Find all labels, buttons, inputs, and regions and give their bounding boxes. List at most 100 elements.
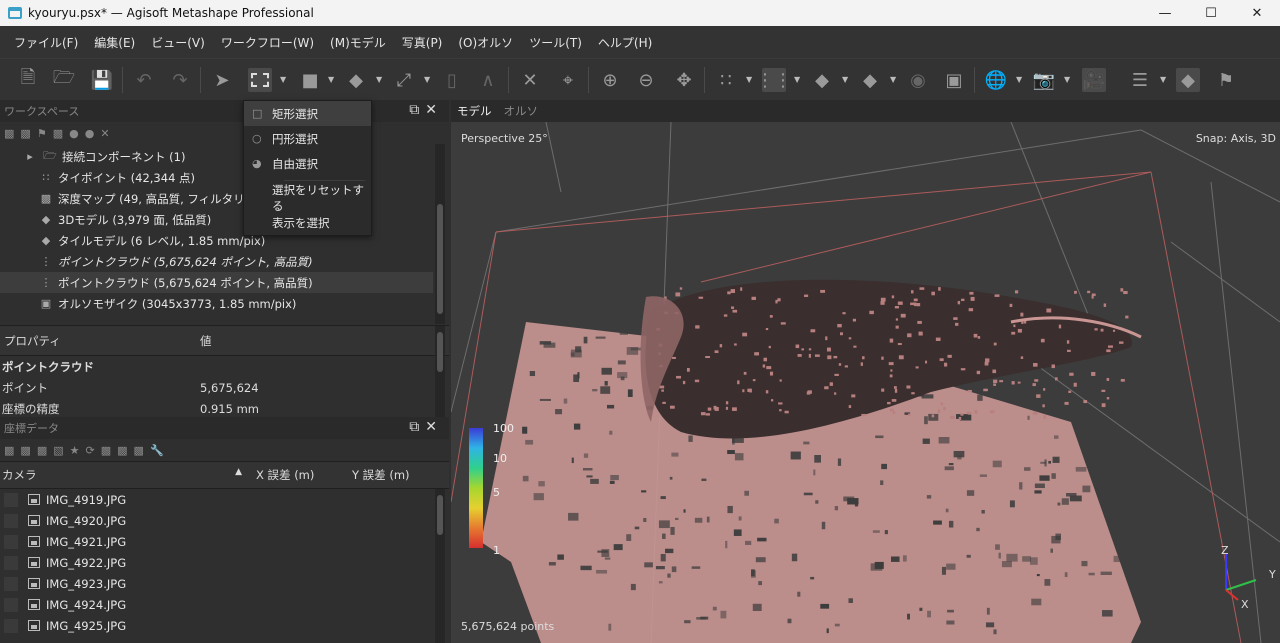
table-row[interactable]: IMG_4925.JPG xyxy=(0,615,449,636)
x-error-column-header[interactable]: X 誤差 (m) xyxy=(248,467,344,483)
export-icon[interactable]: ▩ xyxy=(20,444,30,457)
menu-photo[interactable]: 写真(P) xyxy=(394,34,451,51)
markers-flag-icon[interactable]: ⚑ xyxy=(1214,68,1238,92)
menu-help[interactable]: ヘルプ(H) xyxy=(590,34,660,51)
add-chunk-icon[interactable]: ▩ xyxy=(4,127,14,140)
workspace-window-controls[interactable]: ⧉✕ xyxy=(409,102,443,118)
zoom-out-icon[interactable]: ⊖ xyxy=(634,68,658,92)
menu-view[interactable]: ビュー(V) xyxy=(143,34,213,51)
shapes-icon[interactable]: ◆ xyxy=(1176,68,1200,92)
rectangle-selection-icon[interactable] xyxy=(248,68,272,92)
convert-icon[interactable]: ▩ xyxy=(37,444,47,457)
table-row[interactable]: IMG_4921.JPG xyxy=(0,531,449,552)
orthomosaic-view-icon[interactable]: ▣ xyxy=(942,68,966,92)
layers-dropdown-icon[interactable]: ▼ xyxy=(1160,75,1168,84)
open-folder-icon[interactable]: 🗁 xyxy=(52,67,76,92)
menu-item-select-visible[interactable]: 表示を選択 xyxy=(244,210,371,235)
camera-checkbox[interactable] xyxy=(4,534,18,549)
crop-icon[interactable]: ⌖ xyxy=(556,68,580,92)
shape-dropdown-icon[interactable]: ▼ xyxy=(376,75,384,84)
camera-checkbox[interactable] xyxy=(4,576,18,591)
enable-icon[interactable]: ● xyxy=(69,127,79,140)
camera-icon[interactable]: 📷 xyxy=(1032,68,1056,92)
move-dropdown-icon[interactable]: ▼ xyxy=(328,75,336,84)
import-icon[interactable]: ▩ xyxy=(4,444,14,457)
menu-tools[interactable]: ツール(T) xyxy=(521,34,590,51)
camera-checkbox[interactable] xyxy=(4,555,18,570)
reference-window-controls[interactable]: ⧉✕ xyxy=(409,419,443,435)
table-row[interactable]: IMG_4919.JPG xyxy=(0,489,449,510)
new-document-icon[interactable]: 🗎 xyxy=(16,67,40,92)
remove-icon[interactable]: ✕ xyxy=(100,127,109,140)
table-row[interactable]: IMG_4924.JPG xyxy=(0,594,449,615)
line-icon[interactable]: ∧ xyxy=(476,68,500,92)
ruler-dropdown-icon[interactable]: ▼ xyxy=(424,75,432,84)
move-object-icon[interactable]: ■ xyxy=(298,68,322,92)
view-errors-icon[interactable]: ▩ xyxy=(134,444,144,457)
tree-item-point-cloud-2[interactable]: ⋮ ポイントクラウド (5,675,624 ポイント, 高品質) xyxy=(0,272,433,293)
menu-edit[interactable]: 編集(E) xyxy=(86,34,143,51)
layers-menu-icon[interactable]: ☰ xyxy=(1128,68,1152,92)
reset-view-icon[interactable]: ✥ xyxy=(672,68,696,92)
view-estimated-icon[interactable]: ▩ xyxy=(117,444,127,457)
globe-icon[interactable]: 🌐 xyxy=(984,68,1008,92)
ruler-icon[interactable]: ⤢ xyxy=(392,68,416,92)
settings-wrench-icon[interactable]: 🔧 xyxy=(150,444,164,457)
camera-checkbox[interactable] xyxy=(4,597,18,612)
table-row[interactable]: IMG_4922.JPG xyxy=(0,552,449,573)
show-cameras-icon[interactable]: 🎥 xyxy=(1082,68,1106,92)
tiled-dropdown-icon[interactable]: ▼ xyxy=(890,75,898,84)
tree-item-orthomosaic[interactable]: ▣ オルソモザイク (3045x3773, 1.85 mm/pix) xyxy=(0,293,433,314)
minimize-button[interactable]: — xyxy=(1142,0,1188,26)
tree-item-point-cloud-1[interactable]: ⋮ ポイントクラウド (5,675,624 ポイント, 高品質) xyxy=(0,251,433,272)
view-source-icon[interactable]: ▩ xyxy=(101,444,111,457)
selection-dropdown-icon[interactable]: ▼ xyxy=(280,75,288,84)
y-error-column-header[interactable]: Y 誤差 (m) xyxy=(344,467,410,483)
table-row[interactable]: IMG_4923.JPG xyxy=(0,573,449,594)
expand-arrow-icon[interactable]: ▸ xyxy=(22,150,38,163)
menu-model[interactable]: (M)モデル xyxy=(322,34,394,51)
menu-item-rectangle-select[interactable]: □ 矩形選択 xyxy=(244,101,371,126)
tab-model[interactable]: モデル xyxy=(451,103,498,119)
reference-scrollbar[interactable] xyxy=(435,489,445,643)
model-view-icon[interactable]: ◆ xyxy=(810,68,834,92)
point-cloud-view-icon[interactable]: ⋮⋮ xyxy=(756,68,792,92)
menu-item-free-select[interactable]: ◕ 自由選択 xyxy=(244,151,371,176)
navigation-cursor-icon[interactable]: ➤ xyxy=(210,68,234,92)
add-photos-icon[interactable]: ▩ xyxy=(20,127,30,140)
menu-ortho[interactable]: (O)オルソ xyxy=(450,34,521,51)
star-icon[interactable]: ★ xyxy=(70,444,80,457)
table-row[interactable]: IMG_4920.JPG xyxy=(0,510,449,531)
value-column-header[interactable]: 値 xyxy=(200,333,212,349)
menu-item-circle-select[interactable]: ○ 円形選択 xyxy=(244,126,371,151)
model-dropdown-icon[interactable]: ▼ xyxy=(842,75,850,84)
calculator-icon[interactable]: ▧ xyxy=(53,444,63,457)
dem-icon[interactable]: ◉ xyxy=(906,68,930,92)
cameras-icon[interactable]: ∷ xyxy=(714,68,738,92)
menu-workflow[interactable]: ワークフロー(W) xyxy=(213,34,322,51)
save-icon[interactable]: 💾 xyxy=(90,68,114,92)
close-window-button[interactable]: ✕ xyxy=(1234,0,1280,26)
menu-file[interactable]: ファイル(F) xyxy=(6,34,86,51)
disable-icon[interactable]: ● xyxy=(85,127,95,140)
delete-icon[interactable]: ✕ xyxy=(518,68,542,92)
undo-icon[interactable]: ↶ xyxy=(132,68,156,92)
property-column-header[interactable]: プロパティ xyxy=(0,333,200,349)
properties-scrollbar[interactable] xyxy=(435,326,445,418)
globe-dropdown-icon[interactable]: ▼ xyxy=(1016,75,1024,84)
eraser-icon[interactable]: ▯ xyxy=(440,68,464,92)
redo-icon[interactable]: ↷ xyxy=(168,68,192,92)
refresh-icon[interactable]: ⟳ xyxy=(86,444,95,457)
point-cloud-dropdown-icon[interactable]: ▼ xyxy=(794,75,802,84)
shape-icon[interactable]: ◆ xyxy=(344,68,368,92)
camera-checkbox[interactable] xyxy=(4,513,18,528)
camera-dropdown-icon[interactable]: ▼ xyxy=(1064,75,1072,84)
workspace-scrollbar[interactable] xyxy=(435,144,445,324)
zoom-in-icon[interactable]: ⊕ xyxy=(598,68,622,92)
cameras-dropdown-icon[interactable]: ▼ xyxy=(746,75,754,84)
camera-checkbox[interactable] xyxy=(4,492,18,507)
maximize-button[interactable]: ☐ xyxy=(1188,0,1234,26)
menu-item-reset-selection[interactable]: 選択をリセットする xyxy=(244,183,371,213)
camera-column-header[interactable]: カメラ ▲ xyxy=(0,467,248,483)
tab-ortho[interactable]: オルソ xyxy=(498,103,545,119)
